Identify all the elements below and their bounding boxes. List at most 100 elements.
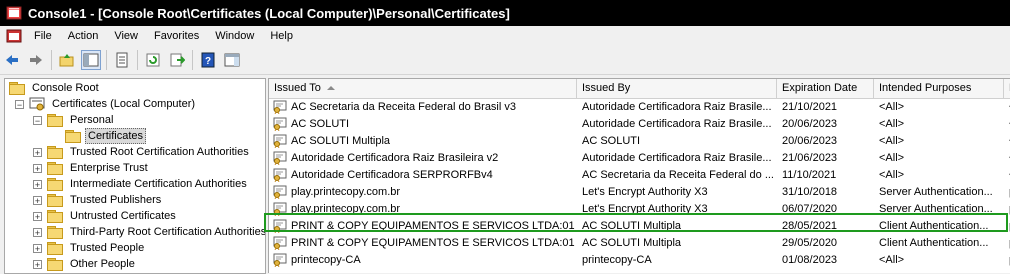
- certificate-store-icon: [29, 97, 45, 111]
- menu-help[interactable]: Help: [262, 26, 301, 46]
- table-row[interactable]: PRINT & COPY EQUIPAMENTOS E SERVICOS LTD…: [269, 235, 1010, 252]
- cell-intended-purposes: Server Authentication...: [879, 186, 993, 198]
- tree-item-personal[interactable]: − Personal: [33, 112, 116, 128]
- tree-item-trusted-publishers[interactable]: + Trusted Publishers: [33, 192, 164, 208]
- tree-label: Personal: [70, 114, 114, 126]
- refresh-icon[interactable]: [143, 50, 163, 70]
- cell-issued-by: Autoridade Certificadora Raiz Brasile...: [582, 101, 772, 113]
- window-title: Console1 - [Console Root\Certificates (L…: [28, 5, 510, 21]
- cell-issued-to: Autoridade Certificadora Raiz Brasileira…: [291, 152, 499, 164]
- cell-intended-purposes: <All>: [879, 101, 905, 113]
- svg-text:?: ?: [205, 56, 211, 67]
- cell-expiration-date: 28/05/2021: [782, 220, 838, 232]
- table-row[interactable]: AC SOLUTI Autoridade Certificadora Raiz B…: [269, 116, 1010, 133]
- tree-label: Trusted Publishers: [70, 194, 162, 206]
- cell-expiration-date: 20/06/2023: [782, 135, 838, 147]
- certificate-icon: [273, 168, 287, 182]
- tree-label: Console Root: [32, 82, 99, 94]
- forward-icon[interactable]: [26, 50, 46, 70]
- certificate-icon: [273, 117, 287, 131]
- console-menu-icon[interactable]: [6, 28, 22, 44]
- folder-icon: [47, 193, 63, 207]
- tree-item-other-people[interactable]: + Other People: [33, 256, 138, 272]
- certificate-icon: [273, 151, 287, 165]
- expand-toggle-icon[interactable]: +: [33, 227, 42, 237]
- table-row[interactable]: Autoridade Certificadora SERPRORFBv4 AC S…: [269, 167, 1010, 184]
- folder-icon: [47, 145, 63, 159]
- title-bar: Console1 - [Console Root\Certificates (L…: [0, 0, 1010, 26]
- table-row[interactable]: AC Secretaria da Receita Federal do Bras…: [269, 99, 1010, 116]
- menu-window[interactable]: Window: [207, 26, 262, 46]
- tree-item-trusted-root[interactable]: + Trusted Root Certification Authorities: [33, 144, 252, 160]
- expand-toggle-icon[interactable]: +: [33, 259, 42, 269]
- tree-label: Certificates (Local Computer): [52, 98, 196, 110]
- folder-icon: [47, 113, 63, 127]
- menu-file[interactable]: File: [26, 26, 60, 46]
- column-header-expiration-date[interactable]: Expiration Date: [777, 79, 874, 98]
- cell-intended-purposes: <All>: [879, 135, 905, 147]
- table-row[interactable]: play.printecopy.com.br Let's Encrypt Auth…: [269, 184, 1010, 201]
- table-row[interactable]: Autoridade Certificadora Raiz Brasileira…: [269, 150, 1010, 167]
- expand-toggle-icon[interactable]: +: [33, 243, 42, 253]
- cell-expiration-date: 29/05/2020: [782, 237, 838, 249]
- toolbar-separator: [137, 50, 138, 70]
- column-header-issued-by[interactable]: Issued By: [577, 79, 777, 98]
- menu-action[interactable]: Action: [60, 26, 107, 46]
- cell-expiration-date: 31/10/2018: [782, 186, 838, 198]
- folder-icon: [47, 209, 63, 223]
- tree-item-enterprise-trust[interactable]: + Enterprise Trust: [33, 160, 151, 176]
- tree-label: Certificates: [85, 128, 147, 144]
- expand-toggle-icon[interactable]: +: [33, 147, 42, 157]
- back-icon[interactable]: [2, 50, 22, 70]
- tree-item-third-party-root[interactable]: + Third-Party Root Certification Authori…: [33, 224, 265, 240]
- export-list-icon[interactable]: [167, 50, 187, 70]
- tree-item-untrusted[interactable]: + Untrusted Certificates: [33, 208, 179, 224]
- table-row[interactable]: AC SOLUTI Multipla AC SOLUTI 20/06/2023 <Al…: [269, 133, 1010, 150]
- expand-toggle-icon[interactable]: +: [33, 211, 42, 221]
- table-row[interactable]: play.printecopy.com.br Let's Encrypt Auth…: [269, 201, 1010, 218]
- show-hide-tree-icon[interactable]: [81, 50, 101, 70]
- show-action-pane-icon[interactable]: [222, 50, 242, 70]
- up-folder-icon[interactable]: [57, 50, 77, 70]
- cell-issued-by: AC SOLUTI Multipla: [582, 220, 682, 232]
- column-header-issued-to[interactable]: Issued To: [269, 79, 577, 98]
- sort-ascending-icon: [326, 86, 335, 91]
- tree-item-trusted-people[interactable]: + Trusted People: [33, 240, 147, 256]
- folder-icon: [47, 225, 63, 239]
- folder-icon: [47, 177, 63, 191]
- table-row[interactable]: PRINT & COPY EQUIPAMENTOS E SERVICOS LTD…: [269, 218, 1010, 235]
- tree-item-intermediate[interactable]: + Intermediate Certification Authorities: [33, 176, 250, 192]
- list-header: Issued To Issued By Expiration Date Inte…: [269, 79, 1010, 99]
- menu-favorites[interactable]: Favorites: [146, 26, 207, 46]
- collapse-toggle-icon[interactable]: −: [33, 115, 42, 125]
- toolbar-separator: [192, 50, 193, 70]
- certificate-list: Issued To Issued By Expiration Date Inte…: [268, 78, 1010, 273]
- cell-issued-by: Autoridade Certificadora Raiz Brasile...: [582, 152, 772, 164]
- cell-issued-to: AC Secretaria da Receita Federal do Bras…: [291, 101, 516, 113]
- cell-intended-purposes: <All>: [879, 118, 905, 130]
- certificate-icon: [273, 253, 287, 267]
- mmc-app-icon[interactable]: [6, 5, 22, 21]
- tree-item-certificates[interactable]: Certificates: [51, 128, 147, 144]
- expand-toggle-icon[interactable]: +: [33, 195, 42, 205]
- cell-issued-by: AC Secretaria da Receita Federal do ...: [582, 169, 774, 181]
- tree-item-console-root[interactable]: Console Root: [9, 80, 102, 96]
- tree-label: Trusted People: [70, 242, 145, 254]
- tree-item-certificates-local-computer[interactable]: − Certificates (Local Computer): [15, 96, 198, 112]
- cell-issued-to: PRINT & COPY EQUIPAMENTOS E SERVICOS LTD…: [291, 220, 575, 232]
- folder-icon: [47, 161, 63, 175]
- help-icon[interactable]: ?: [198, 50, 218, 70]
- certificate-icon: [273, 134, 287, 148]
- properties-icon[interactable]: [112, 50, 132, 70]
- tree-label: Enterprise Trust: [70, 162, 148, 174]
- column-header-intended-purposes[interactable]: Intended Purposes: [874, 79, 1004, 98]
- table-row[interactable]: printecopy-CA printecopy-CA 01/08/2023 <All…: [269, 252, 1010, 269]
- expand-toggle-icon[interactable]: +: [33, 163, 42, 173]
- cell-issued-to: AC SOLUTI Multipla: [291, 135, 391, 147]
- collapse-toggle-icon[interactable]: −: [15, 99, 24, 109]
- folder-icon: [65, 129, 81, 143]
- menu-view[interactable]: View: [106, 26, 146, 46]
- expand-toggle-icon[interactable]: +: [33, 179, 42, 189]
- column-header-friendly-name[interactable]: F: [1004, 79, 1010, 98]
- cell-issued-to: Autoridade Certificadora SERPRORFBv4: [291, 169, 493, 181]
